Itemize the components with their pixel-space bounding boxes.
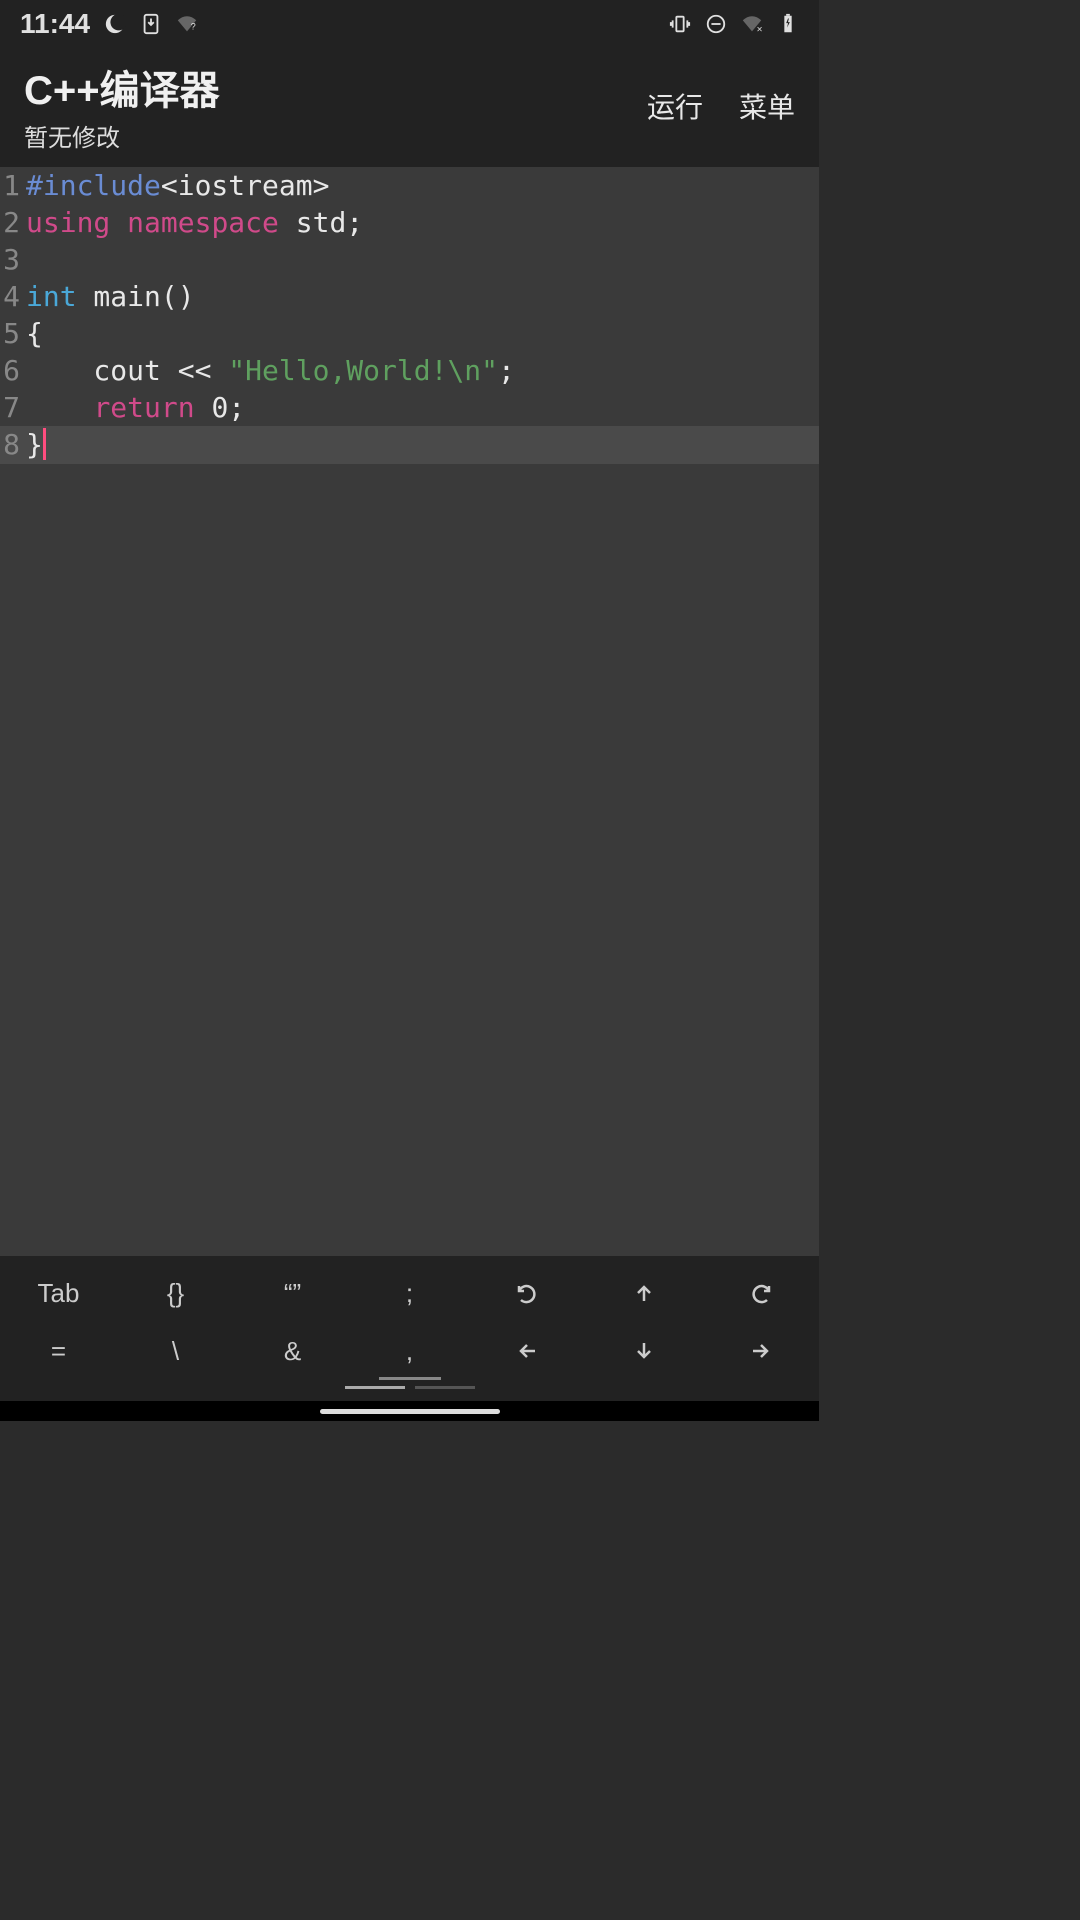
arrow-right-icon <box>749 1339 773 1363</box>
line-number: 8 <box>0 426 26 464</box>
key-quotes[interactable]: “” <box>234 1264 351 1322</box>
toolbar-page-indicator <box>0 1380 819 1401</box>
page-dot[interactable] <box>415 1386 475 1389</box>
code-content[interactable]: #include<iostream> <box>26 167 819 204</box>
line-number: 5 <box>0 315 26 352</box>
moon-icon <box>104 13 126 35</box>
key-left[interactable] <box>468 1322 585 1380</box>
code-content[interactable]: return 0; <box>26 389 819 426</box>
code-line[interactable]: 2using namespace std; <box>0 204 819 241</box>
svg-text:×: × <box>757 24 763 35</box>
menu-button[interactable]: 菜单 <box>739 86 795 126</box>
app-subtitle: 暂无修改 <box>24 118 220 153</box>
code-content[interactable]: } <box>26 426 819 464</box>
text-cursor <box>43 428 46 460</box>
system-nav-bar <box>0 1401 819 1421</box>
redo-icon <box>749 1281 773 1305</box>
code-content[interactable]: cout << "Hello,World!\n"; <box>26 352 819 389</box>
line-number: 3 <box>0 241 26 278</box>
status-bar: 11:44 ? × <box>0 0 819 48</box>
line-number: 1 <box>0 167 26 204</box>
key-undo[interactable] <box>468 1264 585 1322</box>
code-line[interactable]: 6 cout << "Hello,World!\n"; <box>0 352 819 389</box>
code-line[interactable]: 5{ <box>0 315 819 352</box>
line-number: 4 <box>0 278 26 315</box>
key-amp[interactable]: & <box>234 1322 351 1380</box>
arrow-left-icon <box>515 1339 539 1363</box>
header-left: C++编译器 暂无修改 <box>24 58 220 153</box>
line-number: 6 <box>0 352 26 389</box>
dnd-icon <box>705 13 727 35</box>
key-equals[interactable]: = <box>0 1322 117 1380</box>
code-editor[interactable]: 1#include<iostream>2using namespace std;… <box>0 167 819 1256</box>
run-button[interactable]: 运行 <box>647 86 703 126</box>
code-content[interactable]: int main() <box>26 278 819 315</box>
vibrate-icon <box>669 13 691 35</box>
key-redo[interactable] <box>702 1264 819 1322</box>
code-line[interactable]: 3 <box>0 241 819 278</box>
line-number: 7 <box>0 389 26 426</box>
code-line[interactable]: 8} <box>0 426 819 464</box>
app-title: C++编译器 <box>24 58 220 116</box>
code-line[interactable]: 7 return 0; <box>0 389 819 426</box>
nav-handle[interactable] <box>320 1409 500 1414</box>
header-actions: 运行 菜单 <box>647 86 795 126</box>
key-semicolon[interactable]: ; <box>351 1264 468 1322</box>
app-header: C++编译器 暂无修改 运行 菜单 <box>0 48 819 167</box>
code-content[interactable]: { <box>26 315 819 352</box>
wifi-off-icon: × <box>741 13 763 35</box>
code-content[interactable]: using namespace std; <box>26 204 819 241</box>
code-line[interactable]: 4int main() <box>0 278 819 315</box>
battery-charging-icon <box>777 13 799 35</box>
key-tab[interactable]: Tab <box>0 1264 117 1322</box>
key-right[interactable] <box>702 1322 819 1380</box>
key-comma[interactable]: , <box>351 1322 468 1380</box>
undo-icon <box>515 1281 539 1305</box>
code-line[interactable]: 1#include<iostream> <box>0 167 819 204</box>
wifi-weak-icon: ? <box>176 13 198 35</box>
line-number: 2 <box>0 204 26 241</box>
status-right: × <box>669 13 799 35</box>
arrow-up-icon <box>632 1281 656 1305</box>
code-content[interactable] <box>26 241 819 278</box>
key-down[interactable] <box>585 1322 702 1380</box>
svg-text:?: ? <box>191 22 196 32</box>
download-icon <box>140 13 162 35</box>
symbol-toolbar: Tab{}“”; =\&, <box>0 1256 819 1401</box>
key-up[interactable] <box>585 1264 702 1322</box>
arrow-down-icon <box>632 1339 656 1363</box>
key-braces[interactable]: {} <box>117 1264 234 1322</box>
page-dot[interactable] <box>345 1386 405 1389</box>
status-time: 11:44 <box>20 8 90 40</box>
toolbar-row-2: =\&, <box>0 1322 819 1380</box>
key-backslash[interactable]: \ <box>117 1322 234 1380</box>
status-left: 11:44 ? <box>20 8 198 40</box>
toolbar-row-1: Tab{}“”; <box>0 1264 819 1322</box>
